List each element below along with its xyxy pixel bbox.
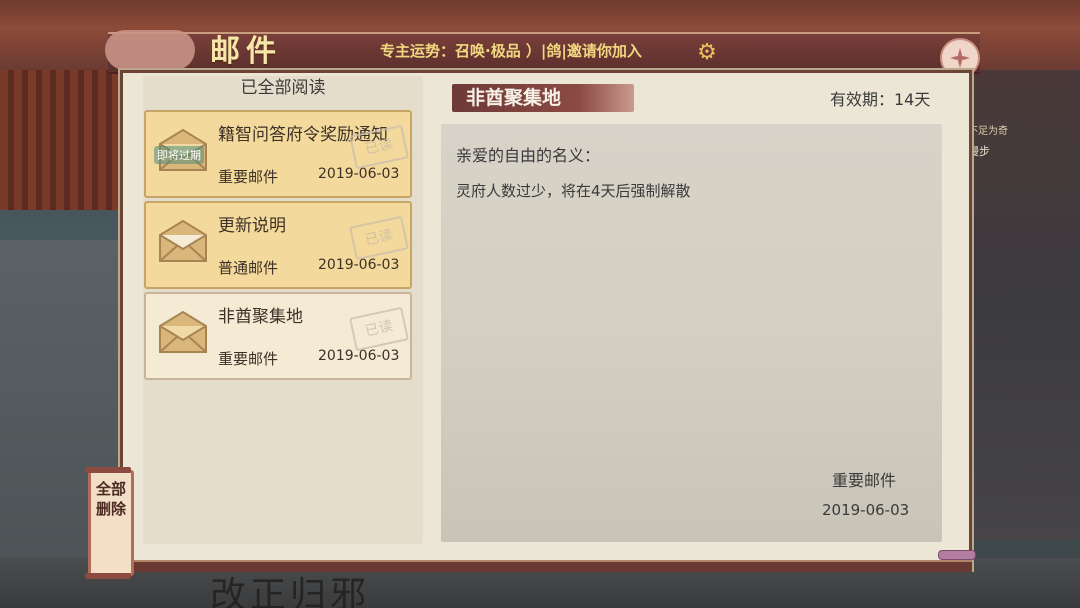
mail-type: 重要邮件 [218, 350, 279, 368]
mail-signature-type: 重要邮件 [832, 471, 897, 490]
mail-signature-date: 2019-06-03 [822, 501, 910, 519]
announcement-marquee: 专主运势：召唤·极品 ）|鸽|邀请你加入 [380, 42, 642, 60]
mail-body: 灵府人数过少，将在4天后强制解散 [456, 182, 691, 200]
delete-all-label: 全部删除 [95, 480, 126, 518]
settings-gear-icon[interactable]: ⚙ [694, 40, 720, 66]
mail-item[interactable]: 即将过期 籍智问答府令奖励通知 重要邮件 2019-06-03 已读 [144, 110, 412, 198]
right-sign-line-1: 不足为奇 [968, 126, 1008, 137]
title-cloud-ornament [105, 30, 195, 70]
right-sign-line-2: 漫步 [968, 145, 990, 158]
mail-detail-title: 非酋聚集地 [466, 87, 562, 109]
mail-envelope-icon [159, 310, 207, 353]
background-banner-text: 改正归邪 [210, 575, 371, 608]
mail-type: 重要邮件 [218, 168, 279, 186]
panel-bottom-border [120, 560, 972, 572]
scroll-handle[interactable] [938, 550, 976, 560]
expiring-soon-badge: 即将过期 [154, 146, 204, 164]
close-icon [950, 48, 970, 68]
background-right-sign: 不足为奇 漫步 [968, 122, 1028, 159]
mail-list-header: 已全部阅读 [240, 78, 326, 98]
mail-type: 普通邮件 [218, 259, 279, 277]
mail-item[interactable]: 更新说明 普通邮件 2019-06-03 已读 [144, 201, 412, 289]
background-railing [0, 70, 130, 210]
validity-label: 有效期：14天 [830, 90, 931, 109]
mail-envelope-icon [159, 219, 207, 262]
page-title: 邮件 [210, 34, 282, 69]
delete-all-button[interactable]: 全部删除 [85, 467, 134, 579]
mail-item-selected[interactable]: 非酋聚集地 重要邮件 2019-06-03 已读 [144, 292, 412, 380]
mail-greeting: 亲爱的自由的名义： [456, 146, 601, 165]
